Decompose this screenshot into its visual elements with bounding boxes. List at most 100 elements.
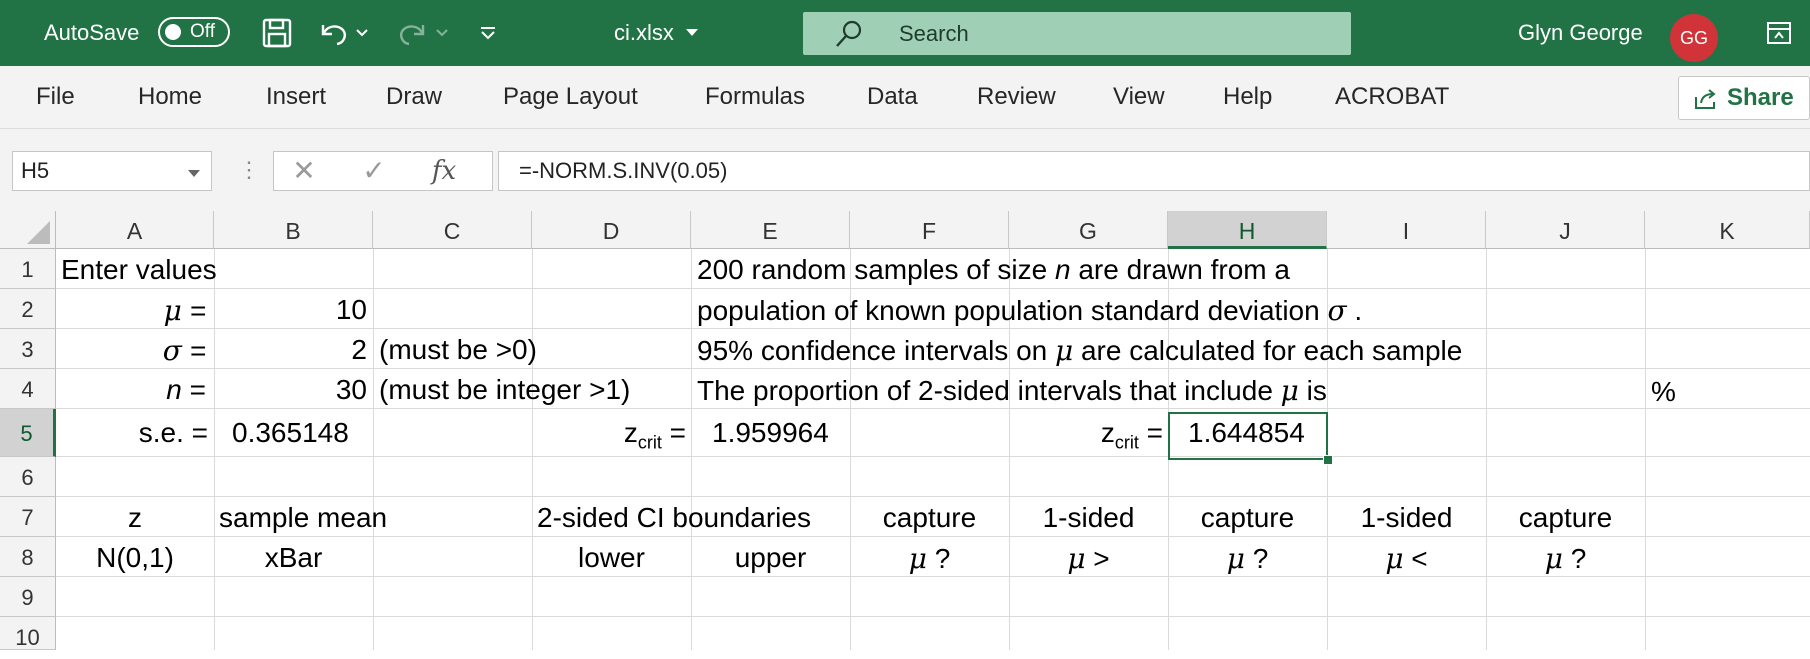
tab-file[interactable]: File: [36, 66, 75, 128]
autosave-toggle[interactable]: Off: [158, 17, 230, 47]
gridline: [56, 536, 1810, 537]
share-button[interactable]: Share: [1678, 76, 1810, 120]
row-header-5[interactable]: 5: [0, 409, 56, 457]
formula-input[interactable]: =-NORM.S.INV(0.05): [498, 151, 1810, 191]
undo-dropdown-icon[interactable]: [352, 14, 372, 52]
cell-j8[interactable]: μ ?: [1486, 542, 1645, 575]
fill-handle[interactable]: [1323, 455, 1333, 465]
select-all-corner[interactable]: [0, 211, 56, 249]
name-box-dropdown-icon[interactable]: [187, 166, 201, 184]
file-name[interactable]: ci.xlsx: [614, 0, 674, 66]
undo-icon[interactable]: [315, 14, 353, 52]
column-header-b[interactable]: B: [214, 211, 373, 249]
cell-b5[interactable]: 0.365148: [232, 417, 349, 449]
row-header-1[interactable]: 1: [0, 249, 56, 289]
cell-g5[interactable]: zcrit =: [1009, 417, 1163, 454]
z-symbol: z: [1100, 417, 1115, 448]
gridline: [1645, 249, 1646, 650]
customize-toolbar-icon[interactable]: [470, 14, 506, 52]
cell-f8[interactable]: μ ?: [850, 542, 1009, 575]
row-header-6[interactable]: 6: [0, 457, 56, 497]
cell-e8[interactable]: upper: [691, 542, 850, 574]
column-header-j[interactable]: J: [1486, 211, 1645, 249]
name-box[interactable]: H5: [12, 151, 212, 191]
redo-dropdown-icon[interactable]: [432, 14, 452, 52]
cell-b8[interactable]: xBar: [214, 542, 373, 574]
cell-a1[interactable]: Enter values: [61, 254, 217, 286]
tab-draw[interactable]: Draw: [386, 66, 442, 128]
cell-e3[interactable]: 95% confidence intervals on μ are calcul…: [697, 334, 1462, 367]
cell-i8[interactable]: μ <: [1327, 542, 1486, 575]
autosave-state: Off: [190, 21, 215, 42]
cell-g7[interactable]: 1-sided: [1009, 502, 1168, 534]
column-header-g[interactable]: G: [1009, 211, 1168, 249]
tab-formulas[interactable]: Formulas: [705, 66, 805, 128]
cell-b7[interactable]: sample mean: [219, 502, 387, 534]
tab-insert[interactable]: Insert: [266, 66, 326, 128]
avatar[interactable]: GG: [1670, 14, 1718, 62]
cell-g8[interactable]: μ >: [1009, 542, 1168, 575]
cell-e5[interactable]: 1.959964: [712, 417, 829, 449]
row-header-2[interactable]: 2: [0, 289, 56, 329]
cell-e1-n: n: [1054, 254, 1071, 285]
cell-a5[interactable]: s.e. =: [56, 417, 208, 449]
column-header-h[interactable]: H: [1168, 211, 1327, 249]
search-box[interactable]: Search: [803, 12, 1351, 55]
cell-j7[interactable]: capture: [1486, 502, 1645, 534]
row-header-9[interactable]: 9: [0, 577, 56, 617]
column-header-c[interactable]: C: [373, 211, 532, 249]
save-icon[interactable]: [258, 14, 296, 52]
row-header-10[interactable]: 10: [0, 617, 56, 650]
formula-bar-grip-icon[interactable]: ⋮: [238, 155, 260, 185]
cell-b4[interactable]: 30: [214, 374, 367, 406]
row-header-3[interactable]: 3: [0, 329, 56, 369]
ribbon-display-options-icon[interactable]: [1760, 14, 1798, 52]
column-header-a[interactable]: A: [56, 211, 214, 249]
cell-h7[interactable]: capture: [1168, 502, 1327, 534]
cell-a2[interactable]: μ =: [56, 294, 206, 327]
tab-data[interactable]: Data: [867, 66, 918, 128]
column-header-d[interactable]: D: [532, 211, 691, 249]
cell-e2[interactable]: population of known population standard …: [697, 294, 1362, 327]
cell-i7[interactable]: 1-sided: [1327, 502, 1486, 534]
tab-page-layout[interactable]: Page Layout: [503, 66, 638, 128]
cell-a4[interactable]: n =: [56, 374, 206, 406]
tab-view[interactable]: View: [1113, 66, 1165, 128]
cell-d7[interactable]: 2-sided CI boundaries: [537, 502, 811, 534]
gridline: [691, 249, 692, 650]
row-header-8[interactable]: 8: [0, 537, 56, 577]
row-header-7[interactable]: 7: [0, 497, 56, 537]
cell-c3[interactable]: (must be >0): [379, 334, 537, 366]
cell-d8[interactable]: lower: [532, 542, 691, 574]
column-header-f[interactable]: F: [850, 211, 1009, 249]
cell-h8[interactable]: μ ?: [1168, 542, 1327, 575]
cancel-icon[interactable]: ✕: [284, 152, 324, 190]
tab-home[interactable]: Home: [138, 66, 202, 128]
tab-acrobat[interactable]: ACROBAT: [1335, 66, 1449, 128]
worksheet-grid[interactable]: A B C D E F G H I J K 1 2 3 4 5 6 7 8 9 …: [0, 211, 1810, 650]
cell-e2-text-end: .: [1346, 295, 1363, 326]
cell-a7[interactable]: z: [56, 502, 214, 534]
cell-a3[interactable]: σ =: [56, 334, 206, 367]
cell-e4[interactable]: The proportion of 2-sided intervals that…: [697, 374, 1327, 407]
user-name[interactable]: Glyn George: [1518, 0, 1643, 66]
cell-b3[interactable]: 2: [214, 334, 367, 366]
cell-e1[interactable]: 200 random samples of size n are drawn f…: [697, 254, 1290, 286]
enter-icon[interactable]: ✓: [354, 152, 394, 190]
insert-function-icon[interactable]: fx: [424, 152, 464, 190]
autosave-label: AutoSave: [44, 20, 140, 45]
cell-b2[interactable]: 10: [214, 294, 367, 326]
tab-review[interactable]: Review: [977, 66, 1056, 128]
cell-d5[interactable]: zcrit =: [532, 417, 686, 454]
column-header-e[interactable]: E: [691, 211, 850, 249]
cell-f7[interactable]: capture: [850, 502, 1009, 534]
cell-k4[interactable]: %: [1651, 376, 1676, 408]
tab-help[interactable]: Help: [1223, 66, 1272, 128]
cell-c4[interactable]: (must be integer >1): [379, 374, 630, 406]
column-header-i[interactable]: I: [1327, 211, 1486, 249]
row-header-4[interactable]: 4: [0, 369, 56, 409]
column-header-k[interactable]: K: [1645, 211, 1810, 249]
cell-a8[interactable]: N(0,1): [56, 542, 214, 574]
redo-icon[interactable]: [393, 14, 431, 52]
filename-dropdown-icon[interactable]: [680, 14, 704, 52]
